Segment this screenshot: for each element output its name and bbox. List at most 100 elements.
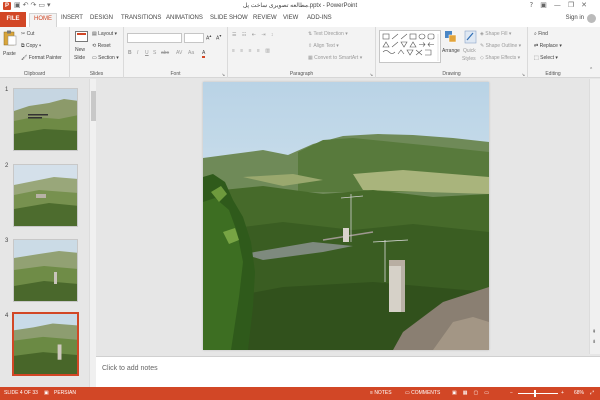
arrange-button[interactable]: [444, 30, 458, 44]
font-color-icon[interactable]: A: [202, 50, 206, 58]
shape-outline-label: Shape Outline: [485, 43, 518, 49]
tab-insert[interactable]: INSERT: [61, 15, 83, 21]
language-indicator[interactable]: PERSIAN: [54, 390, 76, 396]
shape-outline-button[interactable]: ✎ Shape Outline ▾: [480, 43, 521, 49]
paragraph-group-label: Paragraph: [289, 71, 314, 77]
section-label: Section: [98, 55, 115, 61]
view-buttons[interactable]: ▣▦▢▭: [452, 390, 495, 396]
align-buttons[interactable]: ≡ ≡ ≡ ≡ ▥: [232, 48, 272, 54]
italic-button[interactable]: I: [137, 50, 138, 56]
tab-transitions[interactable]: TRANSITIONS: [121, 15, 161, 21]
cut-button[interactable]: ✂ Cut: [21, 31, 34, 37]
convert-smartart-button[interactable]: ▦ Convert to SmartArt ▾: [308, 55, 362, 61]
previous-slide-icon[interactable]: ⇞: [592, 329, 596, 335]
quick-styles-button[interactable]: [464, 30, 477, 44]
bold-button[interactable]: B: [128, 50, 132, 56]
arrange-label: Arrange: [442, 48, 460, 54]
replace-icon: ⇄: [534, 43, 539, 49]
underline-button[interactable]: U: [145, 50, 149, 56]
shape-effects-label: Shape Effects: [485, 55, 517, 61]
next-slide-icon[interactable]: ⇟: [592, 339, 596, 345]
text-direction-button[interactable]: ⇅ Text Direction ▾: [308, 31, 348, 37]
tab-design[interactable]: DESIGN: [90, 15, 113, 21]
zoom-slider-handle[interactable]: [534, 390, 536, 397]
font-name-dropdown[interactable]: [127, 33, 182, 43]
shape-effects-button[interactable]: ◇ Shape Effects ▾: [480, 55, 520, 61]
ribbon-display-icon[interactable]: ▣: [540, 1, 554, 9]
close-icon[interactable]: ✕: [581, 1, 594, 9]
shape-fill-button[interactable]: ◈ Shape Fill ▾: [480, 31, 511, 37]
zoom-in-button[interactable]: +: [561, 390, 564, 396]
shapes-gallery[interactable]: [379, 30, 441, 63]
zoom-slider[interactable]: [518, 393, 558, 394]
minimize-icon[interactable]: —: [554, 1, 568, 9]
layout-button[interactable]: ▤ Layout ▾: [92, 31, 117, 37]
select-button[interactable]: ⬚ Select ▾: [534, 55, 558, 61]
fit-to-window-icon[interactable]: ⤢: [590, 390, 594, 396]
slide-thumbnail-3[interactable]: [13, 239, 78, 302]
strikethrough-button[interactable]: abc: [161, 50, 169, 56]
grow-font-icon[interactable]: A▴: [206, 33, 211, 42]
replace-button[interactable]: ⇄ Replace ▾: [534, 43, 562, 49]
comments-toggle[interactable]: ▭ COMMENTS: [405, 390, 440, 396]
format-painter-button[interactable]: 🖌 Format Painter: [21, 55, 62, 61]
text-direction-icon: ⇅: [308, 31, 313, 37]
tab-review[interactable]: REVIEW: [253, 15, 277, 21]
slide-thumbnail-2[interactable]: [13, 164, 78, 227]
slide-thumbnail-1[interactable]: [13, 88, 78, 151]
normal-view-icon[interactable]: ▣: [452, 390, 463, 396]
tab-animations[interactable]: ANIMATIONS: [166, 15, 203, 21]
new-slide-icon: [75, 31, 88, 42]
align-text-button[interactable]: ⇳ Align Text ▾: [308, 43, 339, 49]
convert-smartart-label: Convert to SmartArt: [314, 55, 359, 61]
tab-view[interactable]: VIEW: [283, 15, 298, 21]
notes-toggle[interactable]: ≡ NOTES: [370, 390, 392, 396]
tab-add-ins[interactable]: ADD-INS: [307, 15, 332, 21]
list-buttons[interactable]: ☰ ☷ ⇤ ⇥ ↕: [232, 32, 275, 38]
thumbnails-scrollbar[interactable]: [89, 79, 96, 387]
notes-pane[interactable]: Click to add notes: [96, 356, 600, 387]
shadow-button[interactable]: S: [153, 50, 156, 56]
zoom-out-button[interactable]: −: [510, 390, 513, 396]
bridge-construction-photo[interactable]: [203, 82, 489, 350]
find-label: Find: [538, 31, 548, 37]
reset-button[interactable]: ⟲ Reset: [92, 43, 111, 49]
section-icon: ▭: [92, 55, 97, 61]
notes-placeholder[interactable]: Click to add notes: [102, 365, 158, 372]
comments-toggle-label: COMMENTS: [411, 390, 441, 396]
paste-button[interactable]: [3, 30, 17, 46]
shrink-font-icon[interactable]: A▾: [216, 33, 221, 42]
slide-show-icon[interactable]: ▭: [484, 390, 495, 396]
find-button[interactable]: ⌕ Find: [534, 31, 548, 37]
editor-scrollbar[interactable]: ⇞ ⇟: [589, 79, 600, 354]
new-slide-button[interactable]: [75, 30, 88, 43]
reading-view-icon[interactable]: ▢: [473, 390, 484, 396]
comment-icon: ▭: [405, 390, 410, 396]
change-case-icon[interactable]: Aa: [188, 50, 194, 56]
current-slide[interactable]: [203, 82, 489, 350]
quick-styles-label-2: Styles: [462, 56, 476, 62]
zoom-level[interactable]: 68%: [574, 390, 584, 396]
paragraph-dialog-launcher-icon[interactable]: ↘: [370, 72, 373, 77]
sign-in-link[interactable]: Sign in: [566, 15, 584, 21]
collapse-ribbon-icon[interactable]: ⌃: [589, 67, 593, 73]
font-size-dropdown[interactable]: [184, 33, 204, 43]
help-button[interactable]: ?: [530, 1, 541, 9]
slide-1-photo: [14, 89, 77, 150]
editing-group-label: Editing: [545, 71, 561, 77]
tab-slide-show[interactable]: SLIDE SHOW: [210, 15, 248, 21]
tab-home[interactable]: HOME: [29, 13, 57, 27]
character-spacing-icon[interactable]: AV: [176, 50, 182, 56]
section-button[interactable]: ▭ Section ▾: [92, 55, 119, 61]
tab-file[interactable]: FILE: [0, 12, 26, 27]
spelling-status-icon[interactable]: ▣: [44, 390, 49, 396]
font-dialog-launcher-icon[interactable]: ↘: [222, 72, 225, 77]
avatar[interactable]: [587, 14, 596, 23]
copy-button[interactable]: ⧉ Copy ▾: [21, 43, 41, 49]
drawing-dialog-launcher-icon[interactable]: ↘: [522, 72, 525, 77]
slide-thumbnail-4[interactable]: [12, 312, 79, 376]
restore-icon[interactable]: ❐: [568, 1, 581, 9]
slide-sorter-icon[interactable]: ▦: [463, 390, 474, 396]
new-slide-label-1: New: [75, 47, 86, 53]
editing-group: ⌕ Find ⇄ Replace ▾ ⬚ Select ▾ Editing: [528, 27, 578, 78]
